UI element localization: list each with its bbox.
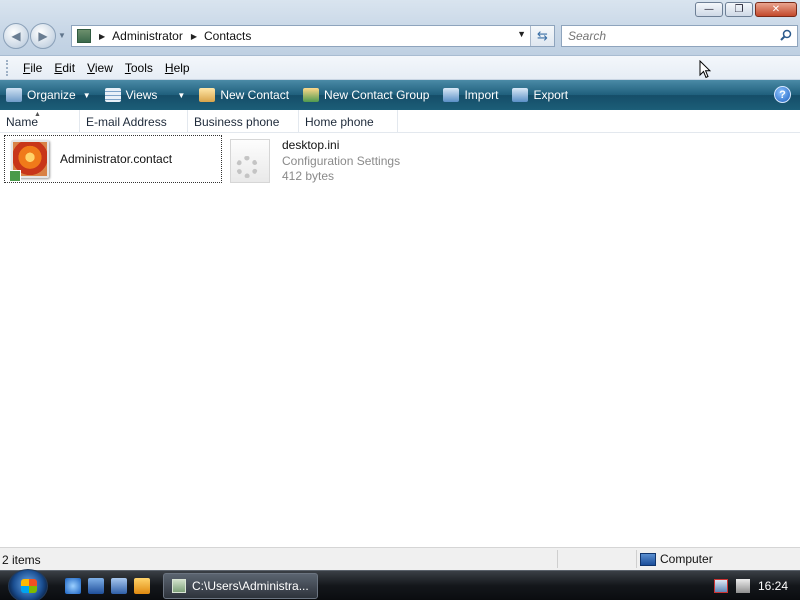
menu-view[interactable]: View xyxy=(81,61,119,75)
search-icon[interactable] xyxy=(780,29,792,41)
minimize-button[interactable]: — xyxy=(695,2,723,17)
list-item-desktop-ini[interactable]: desktop.ini Configuration Settings 412 b… xyxy=(228,135,428,185)
refresh-button[interactable]: ⇆ xyxy=(530,26,554,46)
breadcrumb-separator-icon[interactable]: ▶ xyxy=(99,32,105,41)
back-arrow-icon: ◀ xyxy=(11,29,21,43)
windows-logo-icon xyxy=(21,579,37,593)
menu-bar: File Edit View Tools Help xyxy=(0,56,800,80)
status-divider xyxy=(636,550,637,568)
mouse-cursor-icon xyxy=(699,60,711,79)
column-header-business-phone[interactable]: Business phone xyxy=(188,110,299,133)
refresh-icon: ⇆ xyxy=(537,28,548,43)
file-list: Administrator.contact desktop.ini Config… xyxy=(0,133,800,547)
new-contact-icon xyxy=(199,88,216,102)
toolbar-grip[interactable] xyxy=(6,59,9,76)
item-type: Configuration Settings xyxy=(282,154,401,168)
show-desktop-icon[interactable] xyxy=(88,578,104,594)
volume-muted-icon[interactable] xyxy=(735,579,750,593)
breadcrumb-separator-icon[interactable]: ▶ xyxy=(191,32,197,41)
system-tray: 16:24 xyxy=(713,571,800,600)
close-button[interactable]: ✕ xyxy=(755,2,797,17)
menu-edit[interactable]: Edit xyxy=(48,61,81,75)
computer-icon xyxy=(640,552,656,566)
switch-windows-icon[interactable] xyxy=(111,578,127,594)
network-icon[interactable] xyxy=(713,579,728,593)
media-player-icon[interactable] xyxy=(134,578,150,594)
explorer-window-icon xyxy=(172,579,186,593)
address-bar[interactable]: ▶ Administrator ▶ Contacts ▼ ⇆ xyxy=(71,25,555,47)
search-box[interactable] xyxy=(561,25,798,47)
taskbar-window-button[interactable]: C:\Users\Administra... xyxy=(163,573,318,599)
status-divider xyxy=(557,550,558,568)
status-zone: Computer xyxy=(640,552,713,566)
back-button[interactable]: ◀ xyxy=(3,23,29,49)
column-headers: ▲ Name E-mail Address Business phone Hom… xyxy=(0,110,800,133)
forward-arrow-icon: ▶ xyxy=(38,29,48,43)
export-button[interactable]: Export xyxy=(512,88,568,102)
forward-button[interactable]: ▶ xyxy=(30,23,56,49)
new-contact-group-icon xyxy=(303,88,320,102)
contact-overlay-icon xyxy=(9,170,21,182)
column-header-name[interactable]: ▲ Name xyxy=(0,110,80,133)
breadcrumb-administrator[interactable]: Administrator xyxy=(112,29,183,43)
status-bar: 2 items Computer xyxy=(0,547,800,570)
menu-tools[interactable]: Tools xyxy=(119,61,159,75)
search-input[interactable] xyxy=(568,29,768,43)
sort-ascending-icon: ▲ xyxy=(34,111,41,118)
chevron-down-icon: ▼ xyxy=(177,90,186,100)
item-name: Administrator.contact xyxy=(60,152,173,166)
import-icon xyxy=(443,88,460,102)
gear-icon xyxy=(236,156,258,178)
views-button[interactable]: Views ▼ xyxy=(104,88,186,102)
organize-icon xyxy=(6,88,22,102)
menu-file[interactable]: File xyxy=(17,61,48,75)
new-contact-button[interactable]: New Contact xyxy=(199,88,289,102)
maximize-button[interactable]: ❐ xyxy=(725,2,753,17)
title-bar: — ❐ ✕ ◀ ▶ ▼ ▶ Administrator ▶ Contacts ▼… xyxy=(0,0,800,56)
contacts-folder-icon xyxy=(77,29,91,43)
views-icon xyxy=(104,88,121,102)
breadcrumb-contacts[interactable]: Contacts xyxy=(204,29,251,43)
help-icon[interactable]: ? xyxy=(774,86,791,103)
taskbar: C:\Users\Administra... 16:24 xyxy=(0,569,800,600)
internet-explorer-icon[interactable] xyxy=(65,578,81,594)
list-item-contact[interactable]: Administrator.contact xyxy=(4,135,222,183)
column-header-email[interactable]: E-mail Address xyxy=(80,110,188,133)
column-header-home-phone[interactable]: Home phone xyxy=(299,110,398,133)
settings-file-icon xyxy=(230,139,270,183)
window-controls: — ❐ ✕ xyxy=(695,2,797,17)
organize-button[interactable]: Organize ▼ xyxy=(6,88,91,102)
address-dropdown-chevron-down-icon[interactable]: ▼ xyxy=(517,29,526,39)
chevron-down-icon: ▼ xyxy=(82,90,91,100)
new-contact-group-button[interactable]: New Contact Group xyxy=(303,88,429,102)
export-icon xyxy=(512,88,529,102)
item-count: 2 items xyxy=(2,553,41,567)
item-size: 412 bytes xyxy=(282,169,335,183)
command-bar: Organize ▼ Views ▼ New Contact New Contact… xyxy=(0,80,800,110)
recent-pages-chevron-down-icon[interactable]: ▼ xyxy=(58,31,66,40)
start-button[interactable] xyxy=(8,569,48,600)
item-name: desktop.ini xyxy=(282,138,340,152)
clock[interactable]: 16:24 xyxy=(758,579,788,593)
import-button[interactable]: Import xyxy=(443,88,498,102)
menu-help[interactable]: Help xyxy=(159,61,196,75)
